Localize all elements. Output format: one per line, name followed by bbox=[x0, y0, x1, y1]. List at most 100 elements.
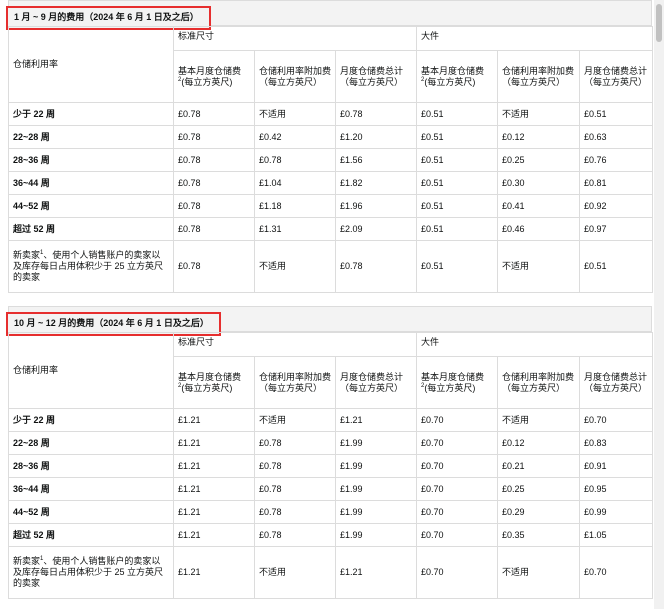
fee-cell: £1.82 bbox=[334, 171, 418, 195]
table-row: 22~28 周 £1.21 £0.78 £1.99 £0.70 £0.12 £0.83 bbox=[8, 431, 654, 455]
base-fee-header: 基本月度仓储费 2(每立方英尺) bbox=[173, 50, 255, 103]
fee-cell: £0.81 bbox=[579, 171, 654, 195]
utilization-column-label: 仓储利用率 bbox=[8, 26, 174, 103]
group-oversize: 大件 bbox=[416, 332, 654, 357]
fee-cell: £1.56 bbox=[334, 148, 418, 172]
table-row: 22~28 周 £0.78 £0.42 £1.20 £0.51 £0.12 £0.63 bbox=[8, 125, 654, 149]
fee-cell: £0.70 bbox=[416, 500, 499, 524]
fee-cell: £0.51 bbox=[416, 125, 499, 149]
table-row: 44~52 周 £0.78 £1.18 £1.96 £0.51 £0.41 £0.92 bbox=[8, 194, 654, 218]
fee-cell: £1.31 bbox=[254, 217, 336, 241]
fee-cell: £1.04 bbox=[254, 171, 336, 195]
fee-cell: £0.70 bbox=[579, 408, 654, 432]
fee-cell: £1.20 bbox=[334, 125, 418, 149]
fee-cell: £0.51 bbox=[416, 148, 499, 172]
fee-cell: £1.99 bbox=[334, 523, 418, 547]
fee-cell: £0.70 bbox=[579, 546, 654, 599]
fee-cell: £0.41 bbox=[497, 194, 581, 218]
fee-cell: 不适用 bbox=[254, 102, 336, 126]
table-row: 超过 52 周 £1.21 £0.78 £1.99 £0.70 £0.35 £1.05 bbox=[8, 523, 654, 547]
table-row: 少于 22 周 £0.78 不适用 £0.78 £0.51 不适用 £0.51 bbox=[8, 102, 654, 126]
fee-cell: £0.51 bbox=[416, 194, 499, 218]
fee-cell: £0.51 bbox=[416, 217, 499, 241]
fee-cell: £0.95 bbox=[579, 477, 654, 501]
fee-cell: 不适用 bbox=[497, 408, 581, 432]
base-fee-header-unit: (每立方英尺) bbox=[181, 382, 233, 393]
fee-cell: £0.91 bbox=[579, 454, 654, 478]
age-range-label: 44~52 周 bbox=[8, 500, 174, 524]
fee-cell: £0.70 bbox=[416, 431, 499, 455]
fee-cell: £0.63 bbox=[579, 125, 654, 149]
fee-cell: £0.78 bbox=[254, 523, 336, 547]
group-header-row: 仓储利用率 标准尺寸 大件 bbox=[8, 332, 654, 409]
fee-cell: £1.21 bbox=[173, 477, 255, 501]
total-fee-header: 月度仓储费总计（每立方英尺） bbox=[579, 50, 654, 103]
fee-cell: £0.78 bbox=[254, 477, 336, 501]
fee-cell: £0.70 bbox=[416, 546, 499, 599]
table-row: 44~52 周 £1.21 £0.78 £1.99 £0.70 £0.29 £0.99 bbox=[8, 500, 654, 524]
table-row: 36~44 周 £0.78 £1.04 £1.82 £0.51 £0.30 £0.81 bbox=[8, 171, 654, 195]
age-range-label: 少于 22 周 bbox=[8, 102, 174, 126]
fee-cell: £0.78 bbox=[254, 500, 336, 524]
fee-cell: £0.46 bbox=[497, 217, 581, 241]
base-fee-header-unit: (每立方英尺) bbox=[424, 382, 476, 393]
fee-cell: £0.21 bbox=[497, 454, 581, 478]
fee-cell: £0.78 bbox=[173, 125, 255, 149]
fee-cell: £0.70 bbox=[416, 477, 499, 501]
fee-cell: £1.05 bbox=[579, 523, 654, 547]
fee-cell: £0.70 bbox=[416, 454, 499, 478]
fee-cell: £1.21 bbox=[334, 546, 418, 599]
fee-cell: £1.99 bbox=[334, 500, 418, 524]
fee-cell: £0.83 bbox=[579, 431, 654, 455]
total-fee-header: 月度仓储费总计（每立方英尺） bbox=[579, 356, 654, 409]
new-seller-label-start: 新卖家 bbox=[13, 556, 41, 566]
fee-cell: £1.21 bbox=[173, 523, 255, 547]
fee-cell: £0.51 bbox=[579, 240, 654, 293]
age-range-label: 22~28 周 bbox=[8, 125, 174, 149]
age-range-label: 28~36 周 bbox=[8, 454, 174, 478]
fee-cell: £0.76 bbox=[579, 148, 654, 172]
new-seller-row: 新卖家1、使用个人销售账户的卖家以及库存每日占用体积少于 25 立方英尺的卖家 £… bbox=[8, 240, 654, 293]
fee-cell: £1.99 bbox=[334, 431, 418, 455]
fee-cell: £1.21 bbox=[173, 431, 255, 455]
age-range-label: 28~36 周 bbox=[8, 148, 174, 172]
fee-cell: £0.99 bbox=[579, 500, 654, 524]
table-row: 28~36 周 £0.78 £0.78 £1.56 £0.51 £0.25 £0.76 bbox=[8, 148, 654, 172]
new-seller-label: 新卖家1、使用个人销售账户的卖家以及库存每日占用体积少于 25 立方英尺的卖家 bbox=[8, 240, 174, 293]
base-fee-header-unit: (每立方英尺) bbox=[181, 76, 233, 87]
table-row: 28~36 周 £1.21 £0.78 £1.99 £0.70 £0.21 £0.91 bbox=[8, 454, 654, 478]
age-range-label: 少于 22 周 bbox=[8, 408, 174, 432]
total-fee-header: 月度仓储费总计（每立方英尺） bbox=[334, 356, 418, 409]
fee-cell: £0.78 bbox=[173, 217, 255, 241]
new-seller-label: 新卖家1、使用个人销售账户的卖家以及库存每日占用体积少于 25 立方英尺的卖家 bbox=[8, 546, 174, 599]
fees-table: 仓储利用率 标准尺寸 大件 基本月度仓储费 2(每立方英尺) 仓储利用率附加费（每立方英尺… bbox=[8, 26, 654, 293]
surcharge-header: 仓储利用率附加费（每立方英尺） bbox=[497, 356, 581, 409]
age-range-label: 44~52 周 bbox=[8, 194, 174, 218]
fee-cell: 不适用 bbox=[254, 240, 336, 293]
age-range-label: 超过 52 周 bbox=[8, 523, 174, 547]
fees-table: 仓储利用率 标准尺寸 大件 基本月度仓储费 2(每立方英尺) 仓储利用率附加费（每立方英尺… bbox=[8, 332, 654, 599]
surcharge-header: 仓储利用率附加费（每立方英尺） bbox=[254, 50, 336, 103]
fee-cell: £0.35 bbox=[497, 523, 581, 547]
fee-cell: £1.99 bbox=[334, 477, 418, 501]
group-header-row: 仓储利用率 标准尺寸 大件 bbox=[8, 26, 654, 103]
surcharge-header: 仓储利用率附加费（每立方英尺） bbox=[497, 50, 581, 103]
scrollbar-thumb[interactable] bbox=[656, 4, 662, 42]
fee-cell: £0.97 bbox=[579, 217, 654, 241]
fee-cell: £0.78 bbox=[254, 454, 336, 478]
new-seller-row: 新卖家1、使用个人销售账户的卖家以及库存每日占用体积少于 25 立方英尺的卖家 £… bbox=[8, 546, 654, 599]
fee-cell: £0.42 bbox=[254, 125, 336, 149]
fee-cell: £0.51 bbox=[416, 240, 499, 293]
fee-cell: £0.78 bbox=[173, 240, 255, 293]
age-range-label: 22~28 周 bbox=[8, 431, 174, 455]
fee-cell: £0.70 bbox=[416, 523, 499, 547]
surcharge-header: 仓储利用率附加费（每立方英尺） bbox=[254, 356, 336, 409]
fee-cell: £0.92 bbox=[579, 194, 654, 218]
fee-cell: £1.18 bbox=[254, 194, 336, 218]
fee-cell: £0.78 bbox=[254, 148, 336, 172]
fee-cell: £1.21 bbox=[173, 500, 255, 524]
base-fee-header: 基本月度仓储费 2(每立方英尺) bbox=[173, 356, 255, 409]
fee-cell: £0.25 bbox=[497, 148, 581, 172]
fee-cell: £0.78 bbox=[173, 102, 255, 126]
scrollbar[interactable] bbox=[654, 0, 664, 609]
